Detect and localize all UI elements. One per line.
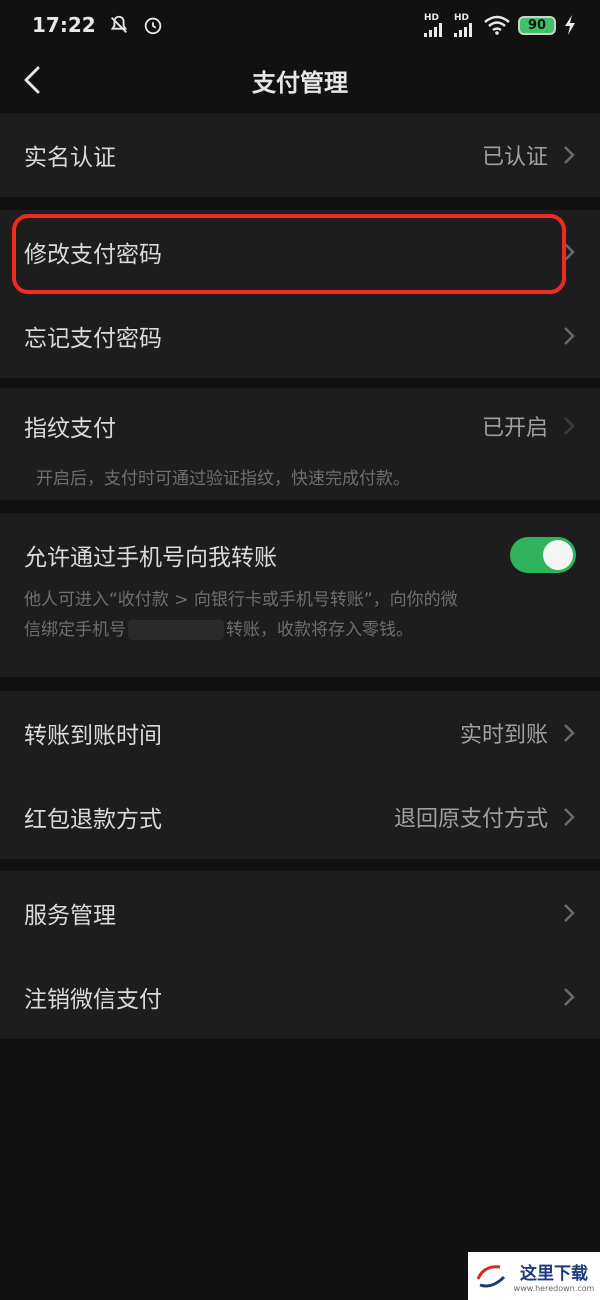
- watermark: 这里下载 www.heredown.com: [468, 1252, 600, 1300]
- row-real-name-label: 实名认证: [24, 145, 116, 171]
- signal-2: HD: [454, 12, 476, 37]
- group-service: 服务管理 注销微信支付: [0, 871, 600, 1039]
- watermark-text: 这里下载: [520, 1264, 588, 1284]
- group-real-name: 实名认证 已认证: [0, 113, 600, 197]
- signal-1-icon: [424, 22, 442, 37]
- row-refund-method-label: 红包退款方式: [24, 807, 162, 833]
- chevron-right-icon: [564, 417, 575, 435]
- phone-transfer-desc-line2a: 信绑定手机号: [24, 620, 126, 640]
- row-refund-method[interactable]: 红包退款方式 退回原支付方式: [0, 775, 600, 859]
- phone-transfer-toggle[interactable]: [510, 537, 576, 573]
- alarm-icon: [144, 17, 161, 35]
- row-forgot-password[interactable]: 忘记支付密码: [0, 294, 600, 378]
- row-arrival-time[interactable]: 转账到账时间 实时到账: [0, 691, 600, 775]
- row-real-name-value: 已认证: [481, 145, 548, 170]
- watermark-text-group: 这里下载 www.heredown.com: [514, 1259, 595, 1293]
- group-fingerprint: 指纹支付 已开启 开启后，支付时可通过验证指纹，快速完成付款。: [0, 388, 600, 500]
- row-real-name[interactable]: 实名认证 已认证: [0, 113, 600, 197]
- row-cancel-wechat-pay-label: 注销微信支付: [24, 987, 162, 1013]
- signal-1: HD: [424, 12, 446, 37]
- fingerprint-description: 开启后，支付时可通过验证指纹，快速完成付款。: [36, 469, 410, 489]
- status-bar: 17:22 HD HD 90: [0, 0, 600, 50]
- charging-bolt-icon: [565, 15, 575, 35]
- row-phone-transfer: 允许通过手机号向我转账: [0, 513, 600, 597]
- row-arrival-time-label: 转账到账时间: [24, 723, 162, 749]
- status-left: 17:22: [32, 13, 164, 37]
- row-fingerprint-label: 指纹支付: [24, 416, 116, 442]
- row-phone-transfer-label: 允许通过手机号向我转账: [24, 545, 277, 571]
- back-arrow-icon[interactable]: [18, 62, 48, 98]
- row-fingerprint-value: 已开启: [481, 416, 548, 441]
- highlight-box: [12, 214, 566, 294]
- watermark-url: www.heredown.com: [513, 1284, 595, 1293]
- chevron-right-icon: [564, 904, 575, 922]
- battery-indicator: 90: [518, 15, 556, 35]
- row-service-management-label: 服务管理: [24, 903, 116, 929]
- mute-bell-icon: [110, 15, 127, 33]
- signal-2-label: HD: [454, 12, 470, 23]
- row-forgot-password-label: 忘记支付密码: [24, 326, 162, 352]
- watermark-logo-icon: [476, 1265, 505, 1288]
- row-service-management[interactable]: 服务管理: [0, 871, 600, 955]
- chevron-right-icon: [564, 327, 575, 345]
- status-right: HD HD 90: [424, 12, 576, 37]
- status-time: 17:22: [32, 13, 96, 37]
- row-refund-method-value: 退回原支付方式: [393, 807, 548, 832]
- wifi-icon: [484, 15, 510, 35]
- group-transfer-settings: 转账到账时间 实时到账 红包退款方式 退回原支付方式: [0, 691, 600, 859]
- phone-transfer-desc-line2: 信绑定手机号 转账，收款将存入零钱。: [24, 615, 576, 645]
- nav-bar: 支付管理: [0, 50, 600, 110]
- signal-1-label: HD: [424, 12, 440, 23]
- phone-transfer-desc-line2b: 转账，收款将存入零钱。: [226, 620, 413, 640]
- row-fingerprint[interactable]: 指纹支付 已开启: [0, 388, 600, 464]
- chevron-right-icon: [564, 988, 575, 1006]
- row-arrival-time-value: 实时到账: [459, 723, 548, 748]
- toggle-knob: [543, 540, 573, 570]
- row-cancel-wechat-pay[interactable]: 注销微信支付: [0, 955, 600, 1039]
- page-title: 支付管理: [252, 68, 348, 97]
- redacted-phone-number: [128, 620, 224, 640]
- signal-2-icon: [454, 22, 472, 37]
- chevron-right-icon: [564, 808, 575, 826]
- group-phone-transfer: 允许通过手机号向我转账 他人可进入“收付款 > 向银行卡或手机号转账”，向你的微…: [0, 513, 600, 677]
- chevron-right-icon: [564, 724, 575, 742]
- chevron-right-icon: [564, 146, 575, 164]
